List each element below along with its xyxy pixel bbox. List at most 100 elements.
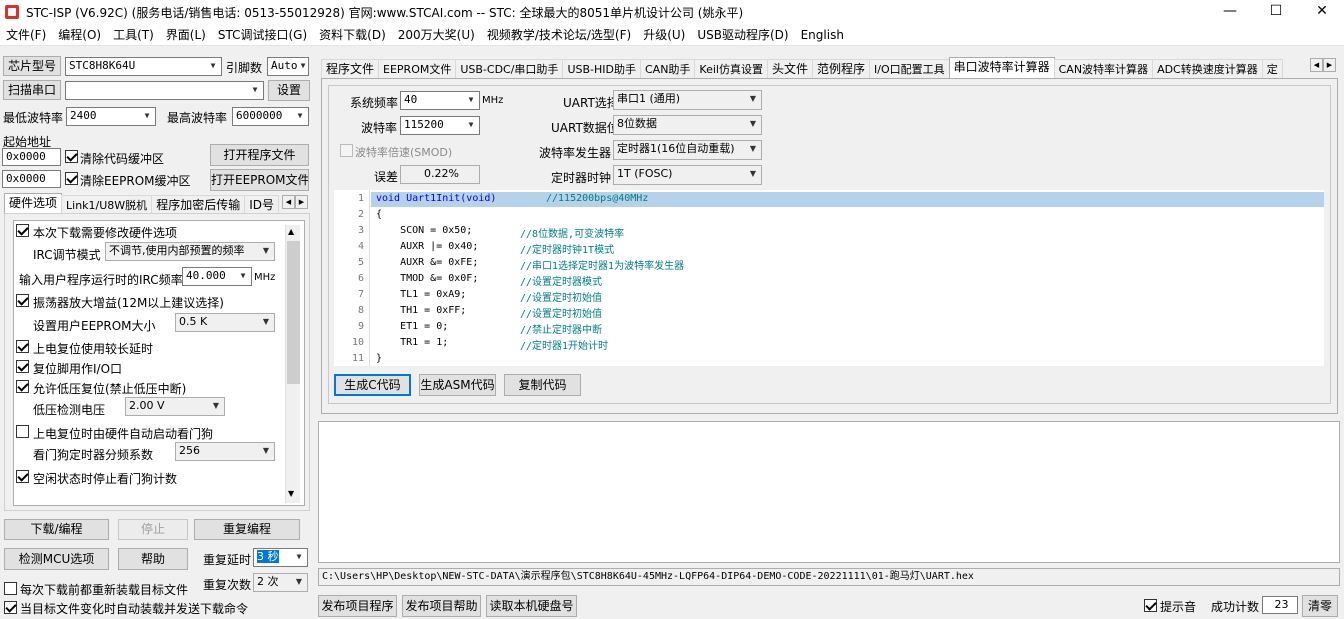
tab-keil-sim[interactable]: Keil仿真设置: [694, 59, 768, 78]
reset-delay-label: 上电复位使用较长延时: [33, 342, 154, 356]
tab-link1-offline[interactable]: Link1/U8W脱机: [61, 195, 153, 214]
sysclk-label: 系统频率: [350, 96, 399, 110]
uart-select[interactable]: 串口1 (通用) ▼: [613, 90, 762, 110]
lvd-voltage-value: 2.00 V: [129, 399, 165, 412]
wdt-auto-start-checkbox[interactable]: [16, 425, 29, 438]
clear-eeprom-checkbox[interactable]: [65, 172, 78, 185]
menu-upgrade[interactable]: 升级(U): [637, 24, 691, 46]
clear-code-checkbox[interactable]: [65, 150, 78, 163]
download-program-button[interactable]: 下载/编程: [4, 519, 109, 540]
low-voltage-reset-checkbox[interactable]: [16, 380, 29, 393]
eeprom-size-select[interactable]: 0.5 K ▼: [175, 313, 275, 332]
open-eeprom-file-button[interactable]: 打开EEPROM文件: [210, 169, 309, 191]
osc-gain-checkbox[interactable]: [16, 294, 29, 307]
generate-c-code-button[interactable]: 生成C代码: [334, 374, 411, 396]
close-button[interactable]: ✕: [1300, 0, 1344, 24]
tab-header-file[interactable]: 头文件: [766, 59, 813, 78]
chip-model-button[interactable]: 芯片型号: [3, 56, 61, 76]
port-select[interactable]: ▼: [65, 81, 264, 100]
detect-mcu-button[interactable]: 检测MCU选项: [4, 548, 109, 570]
tab-scroll-left-icon[interactable]: ◀: [1310, 58, 1323, 72]
code-start-address-input[interactable]: 0x0000: [2, 148, 61, 166]
reset-io-checkbox[interactable]: [16, 360, 29, 373]
open-program-file-button[interactable]: 打开程序文件: [210, 144, 309, 166]
eeprom-start-address-input[interactable]: 0x0000: [2, 170, 61, 188]
reload-before-download-checkbox[interactable]: [4, 582, 17, 595]
smod-checkbox[interactable]: [340, 144, 353, 157]
data-bits-select[interactable]: 8位数据 ▼: [613, 115, 762, 135]
baud-generator-label: 波特率发生器: [539, 146, 612, 160]
max-baud-select[interactable]: 6000000 ▼: [232, 107, 309, 126]
wdt-prescaler-select[interactable]: 256 ▼: [175, 442, 275, 461]
repeat-count-select[interactable]: 2 次 ▼: [253, 573, 308, 592]
tab-adc-speed-calc[interactable]: ADC转换速度计算器: [1152, 59, 1263, 78]
tab-program-file[interactable]: 程序文件: [321, 59, 380, 78]
wdt-auto-start-label: 上电复位时由硬件自动启动看门狗: [33, 427, 214, 441]
line-number: 6: [357, 273, 364, 284]
modify-hardware-checkbox[interactable]: [16, 224, 29, 237]
settings-button[interactable]: 设置: [268, 80, 310, 101]
menu-file[interactable]: 文件(F): [0, 24, 52, 46]
maximize-button[interactable]: ☐: [1254, 0, 1298, 24]
baud-generator-select[interactable]: 定时器1(16位自动重载) ▼: [613, 140, 762, 160]
tab-can-helper[interactable]: CAN助手: [639, 59, 696, 78]
lvd-voltage-select[interactable]: 2.00 V ▼: [125, 397, 225, 416]
tab-usb-hid[interactable]: USB-HID助手: [562, 59, 641, 78]
minimize-button[interactable]: —: [1208, 0, 1252, 24]
reprogram-button[interactable]: 重复编程: [194, 519, 300, 540]
tab-hardware-options[interactable]: 硬件选项: [4, 193, 63, 214]
tab-scroll-right-icon[interactable]: ▶: [1323, 58, 1336, 72]
menu-download[interactable]: 资料下载(D): [313, 24, 392, 46]
scrollbar-thumb[interactable]: [287, 241, 300, 384]
min-baud-select[interactable]: 2400 ▼: [66, 107, 156, 126]
clear-count-button[interactable]: 清零: [1302, 595, 1338, 617]
tab-eeprom-file[interactable]: EEPROM文件: [378, 59, 457, 78]
tab-encrypted-transfer[interactable]: 程序加密后传输: [151, 195, 246, 214]
irc-mode-select[interactable]: 不调节,使用内部预置的频率 ▼: [105, 242, 275, 261]
menu-program[interactable]: 编程(O): [52, 24, 107, 46]
timer-clock-select[interactable]: 1T (FOSC) ▼: [613, 165, 762, 185]
scroll-down-icon[interactable]: ▼: [288, 489, 294, 498]
chevron-down-icon: ▼: [247, 82, 263, 99]
stop-button[interactable]: 停止: [118, 519, 188, 540]
repeat-delay-select[interactable]: 3 秒 ▼: [253, 548, 308, 567]
idle-wdt-stop-checkbox[interactable]: [16, 470, 29, 483]
auto-send-on-change-checkbox[interactable]: [4, 601, 17, 614]
tab-scroll-left-icon[interactable]: ◀: [282, 195, 295, 209]
tab-scroll-right-icon[interactable]: ▶: [295, 195, 308, 209]
options-scrollbar[interactable]: ▲ ▼: [285, 225, 300, 503]
menu-usb-driver[interactable]: USB驱动程序(D): [691, 24, 794, 46]
publish-help-button[interactable]: 发布项目帮助: [402, 595, 481, 617]
tab-usb-cdc[interactable]: USB-CDC/串口助手: [455, 59, 564, 78]
help-button[interactable]: 帮助: [118, 548, 188, 570]
tab-examples[interactable]: 范例程序: [811, 59, 870, 78]
reset-delay-checkbox[interactable]: [16, 340, 29, 353]
chip-model-select[interactable]: STC8H8K64U ▼: [65, 57, 222, 76]
baud-select[interactable]: 115200 ▼: [400, 116, 480, 135]
tab-io-config[interactable]: I/O口配置工具: [869, 59, 950, 78]
menu-tools[interactable]: 工具(T): [107, 24, 160, 46]
irc-frequency-select[interactable]: 40.000 ▼: [182, 267, 252, 286]
copy-code-button[interactable]: 复制代码: [504, 374, 581, 396]
generate-asm-code-button[interactable]: 生成ASM代码: [419, 374, 496, 396]
menu-english[interactable]: English: [795, 24, 850, 46]
tab-can-baud-calc[interactable]: CAN波特率计算器: [1053, 59, 1154, 78]
sysclk-select[interactable]: 40 ▼: [400, 91, 480, 110]
pin-count-select[interactable]: Auto ▼: [267, 57, 309, 76]
code-editor[interactable]: 1 void Uart1Init(void) //115200bps@40MHz 2 {…: [334, 190, 1324, 366]
menu-prize[interactable]: 200万大奖(U): [392, 24, 481, 46]
tab-uart-baud-calc[interactable]: 串口波特率计算器: [948, 57, 1055, 78]
output-log[interactable]: [318, 421, 1340, 563]
menu-video[interactable]: 视频教学/技术论坛/选型(F): [481, 24, 637, 46]
uart-value: 串口1 (通用): [617, 92, 681, 105]
menu-debug[interactable]: STC调试接口(G): [212, 24, 313, 46]
tab-id-number[interactable]: ID号: [244, 195, 279, 214]
beep-checkbox[interactable]: [1144, 599, 1157, 612]
tab-more[interactable]: 定: [1261, 59, 1283, 78]
scan-port-button[interactable]: 扫描串口: [3, 80, 61, 100]
publish-project-button[interactable]: 发布项目程序: [318, 595, 397, 617]
min-baud-value: 2400: [70, 109, 97, 122]
scroll-up-icon[interactable]: ▲: [288, 227, 294, 236]
menu-interface[interactable]: 界面(L): [160, 24, 212, 46]
read-disk-id-button[interactable]: 读取本机硬盘号: [486, 595, 577, 617]
